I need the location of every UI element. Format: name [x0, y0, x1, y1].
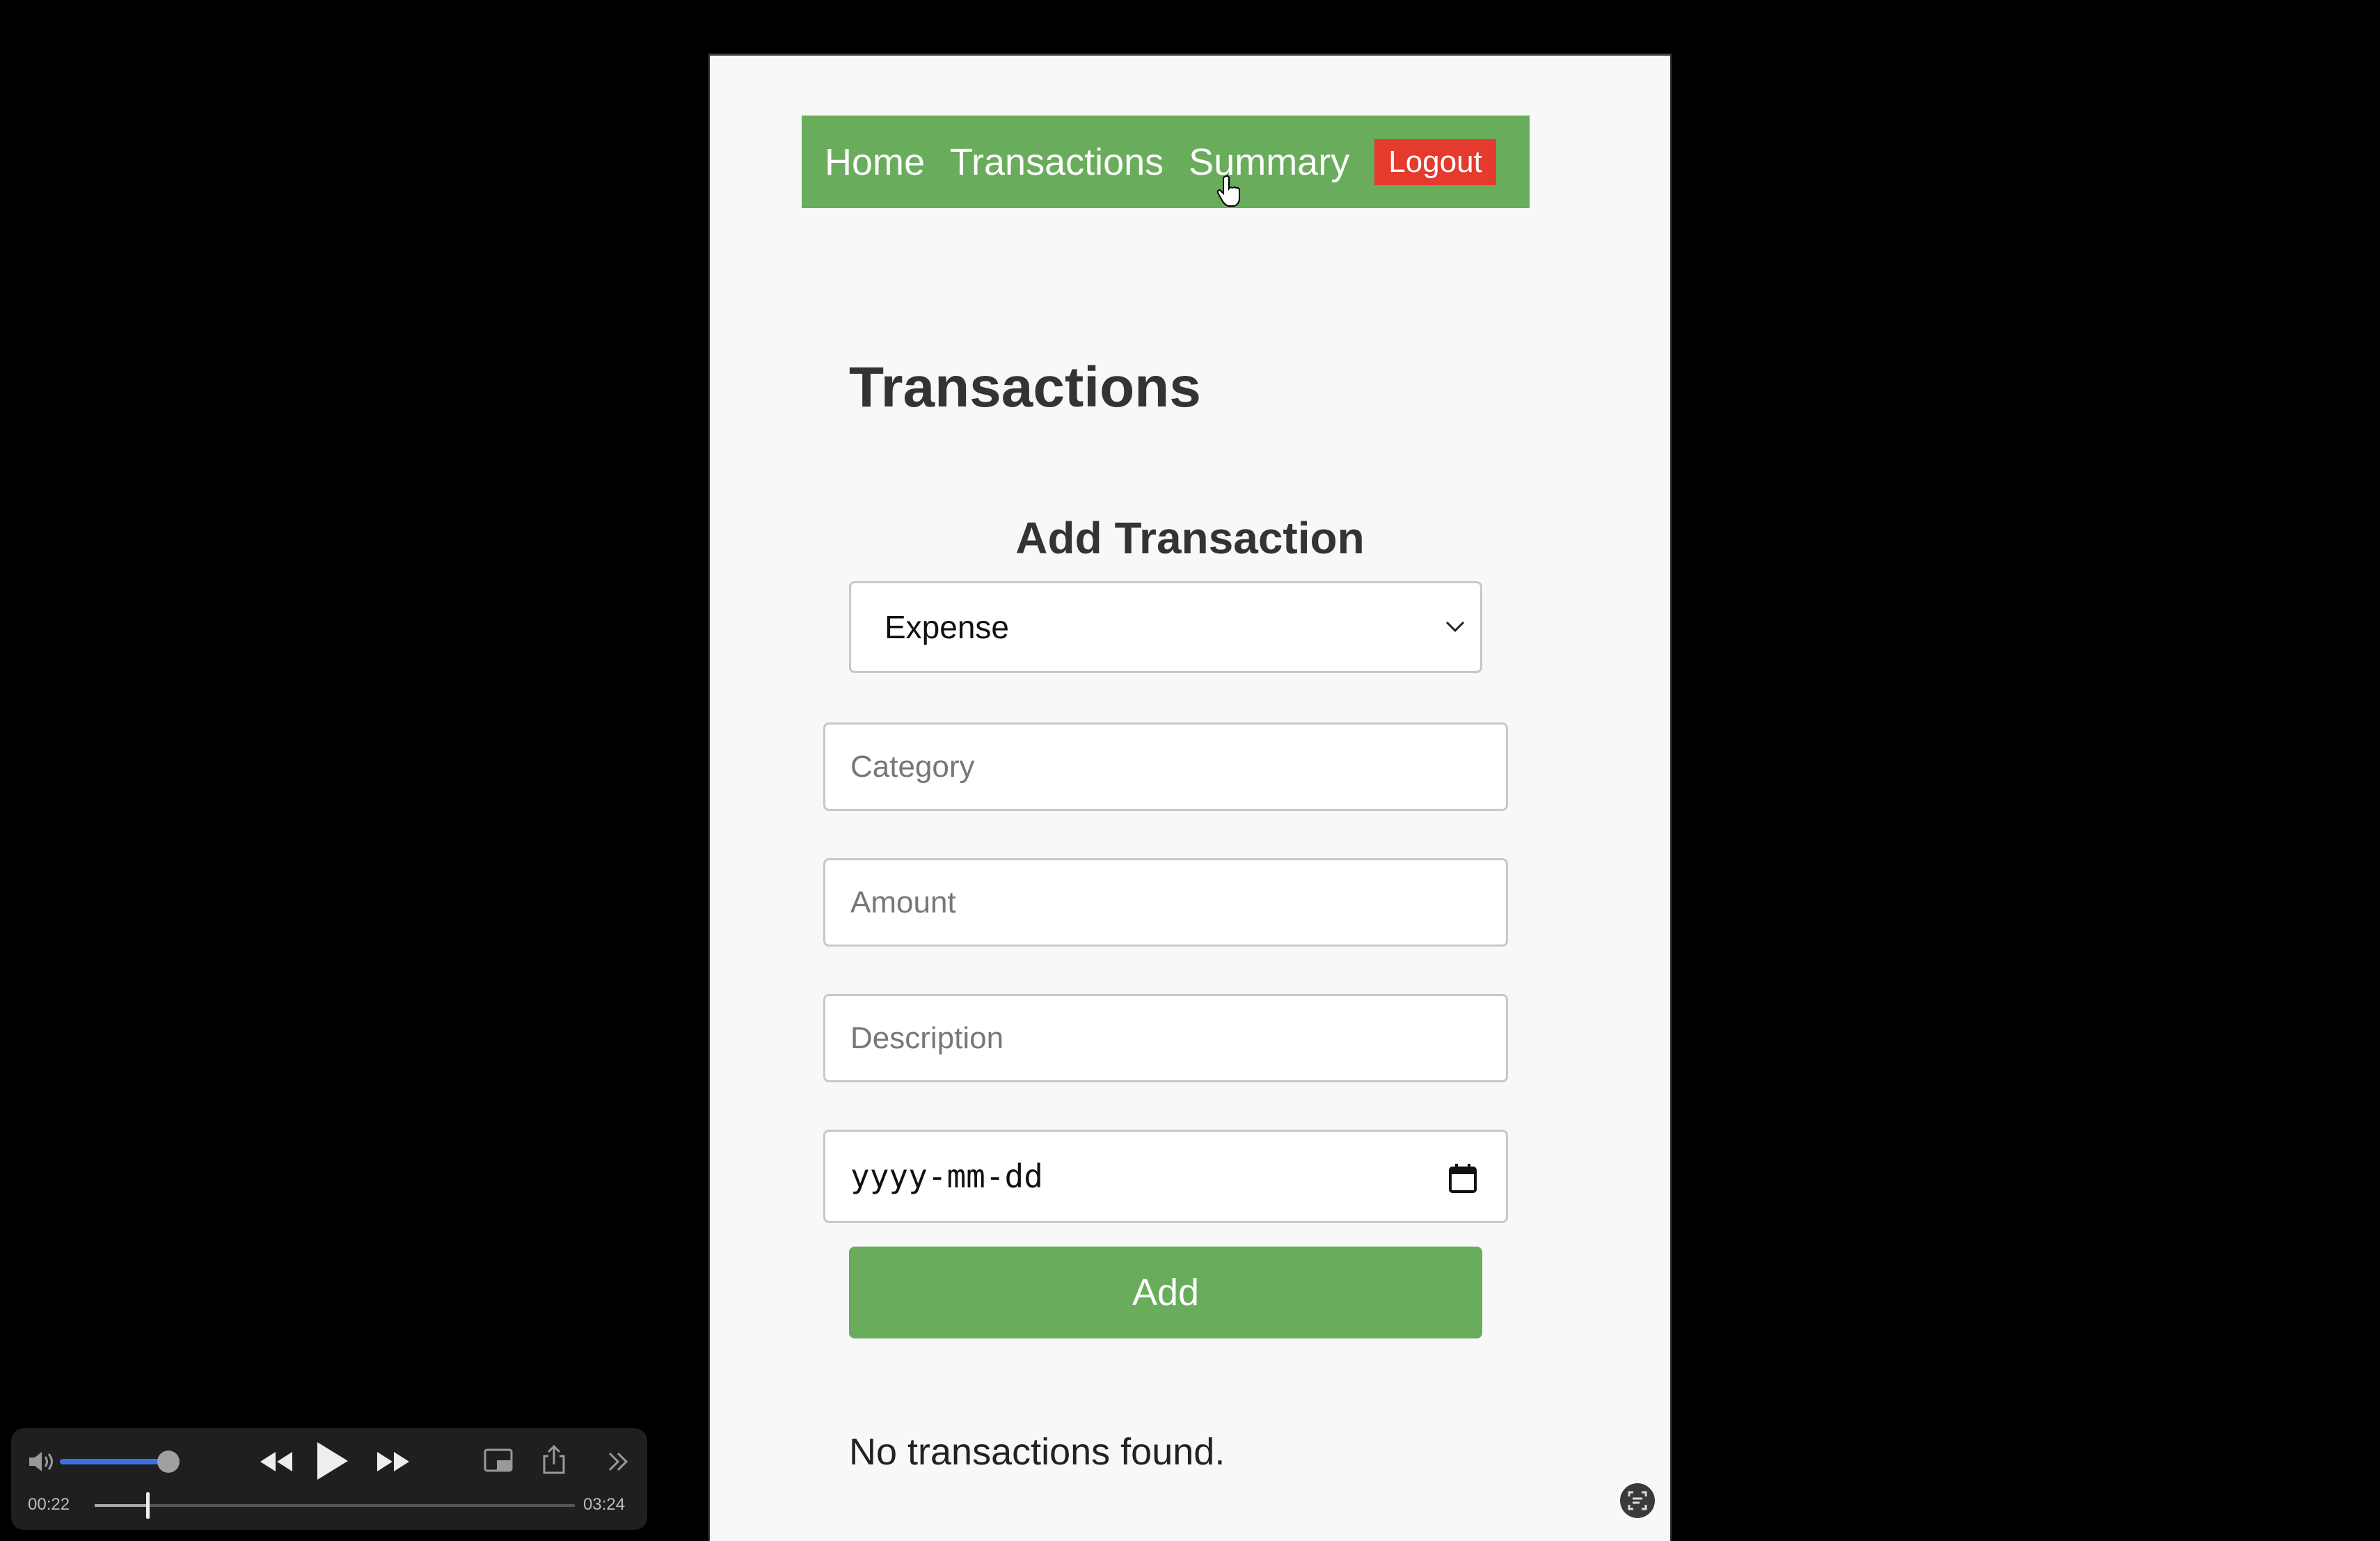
- add-button[interactable]: Add: [849, 1247, 1482, 1338]
- hand-cursor-icon: [1216, 175, 1240, 207]
- picture-in-picture-icon[interactable]: [483, 1448, 515, 1476]
- transaction-type-select[interactable]: Expense: [849, 581, 1482, 673]
- rewind-icon[interactable]: [257, 1449, 294, 1474]
- description-input[interactable]: Description: [823, 994, 1508, 1082]
- page-title: Transactions: [849, 356, 1201, 419]
- nav-link-summary[interactable]: Summary: [1189, 141, 1349, 184]
- transaction-type-value: Expense: [884, 609, 1010, 645]
- description-placeholder: Description: [850, 1020, 1004, 1055]
- date-input[interactable]: yyyy-mm-dd: [823, 1130, 1508, 1223]
- duration-time: 03:24: [583, 1495, 626, 1514]
- progress-fill: [95, 1504, 148, 1507]
- fast-forward-icon[interactable]: [376, 1449, 412, 1474]
- browser-viewport: Home Transactions Summary Logout Transac…: [708, 54, 1672, 1541]
- progress-scrubber[interactable]: [95, 1504, 575, 1507]
- amount-input[interactable]: Amount: [823, 858, 1508, 947]
- chevron-down-icon: [1445, 621, 1465, 633]
- media-player-controls: 00:22 03:24: [11, 1428, 647, 1530]
- live-text-icon[interactable]: [1619, 1483, 1656, 1519]
- category-placeholder: Category: [850, 749, 975, 784]
- scrubber-playhead[interactable]: [146, 1492, 150, 1519]
- share-icon[interactable]: [541, 1444, 566, 1476]
- elapsed-time: 00:22: [28, 1495, 70, 1514]
- volume-level: [60, 1459, 161, 1464]
- category-input[interactable]: Category: [823, 722, 1508, 811]
- play-icon[interactable]: [312, 1439, 351, 1483]
- volume-icon[interactable]: [26, 1449, 56, 1474]
- logout-button[interactable]: Logout: [1374, 139, 1496, 185]
- amount-placeholder: Amount: [850, 885, 956, 919]
- nav-link-home[interactable]: Home: [825, 141, 925, 184]
- add-transaction-heading: Add Transaction: [1015, 513, 1365, 563]
- more-options-icon[interactable]: [605, 1449, 630, 1474]
- navbar: Home Transactions Summary Logout: [802, 116, 1530, 208]
- date-placeholder: yyyy-mm-dd: [850, 1157, 1043, 1195]
- empty-transactions-message: No transactions found.: [849, 1431, 1225, 1473]
- volume-knob[interactable]: [157, 1451, 180, 1473]
- calendar-icon[interactable]: [1447, 1162, 1478, 1194]
- nav-link-transactions[interactable]: Transactions: [950, 141, 1164, 184]
